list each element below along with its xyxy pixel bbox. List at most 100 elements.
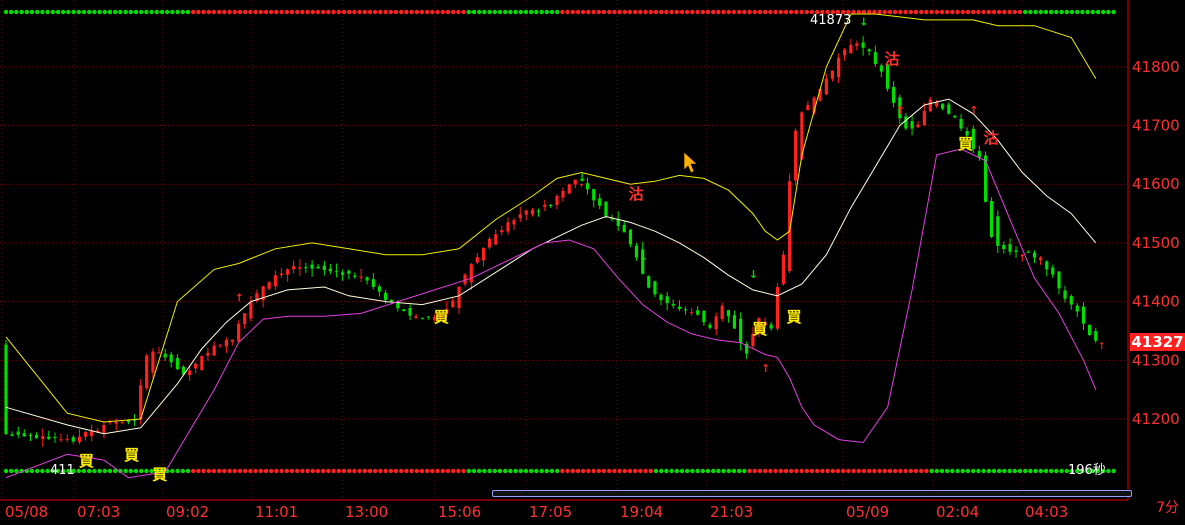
top-signal-dot [960, 9, 965, 15]
top-signal-dot [1043, 9, 1049, 15]
bottom-signal-dot [737, 468, 742, 474]
bottom-signal-dot [378, 468, 383, 474]
top-signal-dot [50, 9, 55, 15]
bottom-signal-dot [903, 468, 908, 474]
bottom-signal-dot [971, 468, 976, 474]
top-signal-dot [289, 9, 295, 15]
bottom-signal-dot [586, 468, 591, 474]
bottom-signal-dot [253, 468, 258, 474]
bottom-signal-dot [430, 468, 435, 474]
signal-arrow-icon: ↑ [896, 104, 905, 117]
candle-body [530, 209, 535, 215]
candle-body [102, 424, 106, 433]
candle-body [592, 188, 596, 201]
top-signal-dot [1038, 9, 1044, 15]
candle-body [475, 257, 479, 263]
top-signal-dot [113, 9, 118, 15]
sell-signal-label: 沽 [984, 129, 999, 147]
candle-body [200, 355, 204, 371]
top-signal-dot [419, 9, 425, 15]
x-tick-label: 05/08 [5, 503, 48, 521]
timeframe-label[interactable]: 7分 [1156, 497, 1179, 517]
bottom-signal-dot [497, 468, 503, 474]
bottom-signal-dot [336, 468, 341, 474]
bottom-signal-dot [664, 468, 669, 474]
bottom-signal-dot [950, 468, 955, 474]
top-signal-dot [659, 9, 664, 15]
candle-body [1081, 306, 1086, 324]
top-signal-dot [393, 9, 399, 15]
candle-body [1008, 244, 1012, 252]
bottom-signal-dot [139, 468, 144, 474]
bottom-signal-dot [555, 468, 560, 474]
bottom-signal-dot [648, 468, 653, 474]
candle-body [500, 230, 504, 233]
candle-body [249, 302, 253, 319]
bottom-signal-dot [861, 468, 867, 474]
candle-body [861, 42, 865, 48]
x-tick-label: 04:03 [1025, 503, 1068, 521]
bottom-signal-dot [1038, 468, 1044, 474]
bottom-signal-dot [612, 468, 617, 474]
candle-body [536, 210, 541, 212]
bottom-signal-dot [274, 468, 279, 474]
chart-canvas[interactable]: 05/08 07:03 09:02 11:01 13:00 15:06 17:05 19:04… [0, 0, 1185, 521]
candle-body [696, 310, 700, 315]
top-signal-dot [773, 9, 778, 15]
sell-signal-label: 沽 [629, 185, 644, 203]
candle-body [341, 272, 345, 275]
top-signal-dot [1049, 9, 1054, 15]
y-tick-label: 41800 [1132, 58, 1180, 76]
bottom-signal-dot [924, 468, 929, 474]
bottom-signal-dot [783, 468, 789, 474]
bottom-signal-dot [768, 468, 773, 474]
candle-body [628, 229, 633, 245]
candle-body [1063, 290, 1067, 299]
x-tick-label: 05/09 [846, 503, 889, 521]
bottom-signal-dot [123, 468, 128, 474]
candle-body [47, 436, 51, 439]
candle-body [567, 184, 571, 194]
bottom-signal-dot [830, 468, 835, 474]
top-signal-dot [87, 9, 92, 15]
candle-body [671, 303, 675, 306]
bottom-signal-dot [887, 468, 893, 474]
candle-body [598, 198, 602, 206]
top-signal-dot [253, 9, 258, 15]
candle-body [1026, 251, 1030, 253]
bottom-signal-dot [872, 468, 877, 474]
candle-body [947, 104, 951, 114]
top-signal-dot [201, 9, 206, 15]
bottom-signal-dot [1012, 468, 1017, 474]
bottom-signal-dot [570, 468, 575, 474]
bottom-signal-dot [945, 468, 950, 474]
bottom-signal-dot [315, 468, 321, 474]
top-signal-dot [357, 9, 362, 15]
top-signal-dot [430, 9, 435, 15]
top-signal-dot [789, 9, 794, 15]
top-signal-dot [716, 9, 721, 15]
candle-body [322, 265, 326, 271]
candle-body [188, 370, 192, 376]
bottom-signal-dot [674, 468, 679, 474]
bottom-signal-dot [575, 468, 581, 474]
bottom-signal-dot [560, 468, 565, 474]
top-signal-dot [425, 9, 430, 15]
bottom-signal-dot [367, 468, 373, 474]
candle-body [420, 317, 424, 319]
candle-body [732, 315, 737, 329]
low-price-label: 411 [50, 463, 75, 478]
candlestick-chart[interactable]: 05/08 07:03 09:02 11:01 13:00 15:06 17:05 19:04… [0, 0, 1185, 521]
top-signal-dot [700, 9, 705, 15]
top-signal-dot [445, 9, 451, 15]
bottom-signal-dot [227, 468, 232, 474]
top-signal-dot [731, 9, 737, 15]
top-signal-dot [66, 9, 71, 15]
candle-body [720, 305, 724, 320]
top-signal-dot [1002, 9, 1007, 15]
bottom-signal-dot [1106, 468, 1111, 474]
top-signal-dot [997, 9, 1002, 15]
top-signal-dot [24, 9, 29, 15]
horizontal-scrollbar[interactable] [492, 490, 1132, 497]
bottom-signal-dot [508, 468, 513, 474]
